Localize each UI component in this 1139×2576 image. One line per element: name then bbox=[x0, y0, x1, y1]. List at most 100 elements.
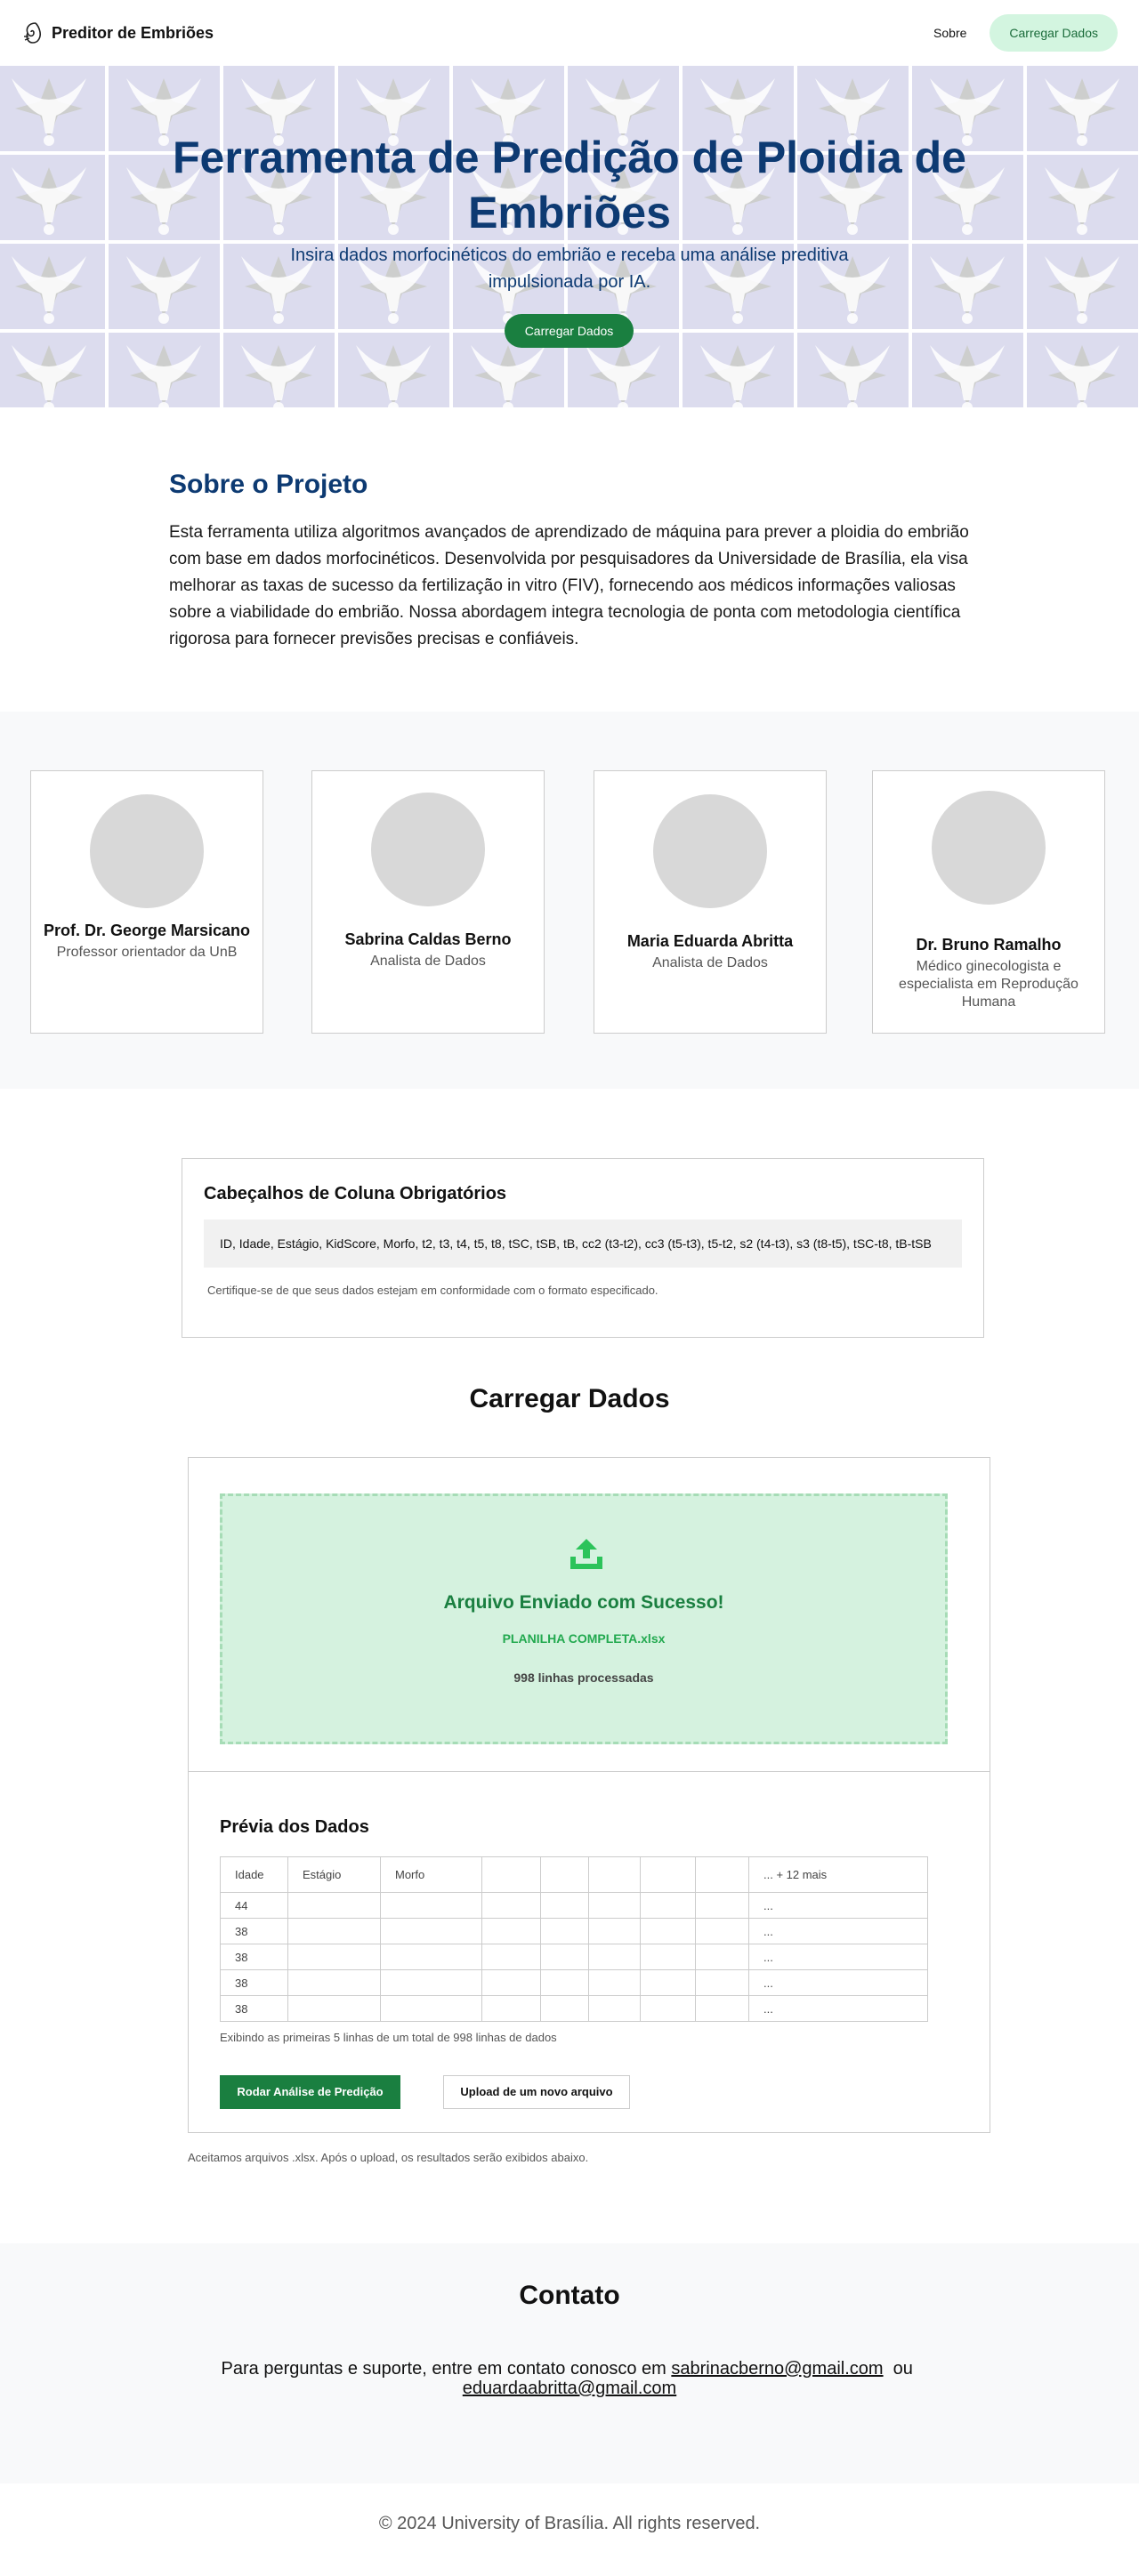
table-cell bbox=[481, 1969, 541, 1996]
data-preview-table: Idade Estágio Morfo ... + 12 mais 44 ...… bbox=[220, 1856, 928, 2022]
team-member-role: Analista de Dados bbox=[652, 955, 768, 970]
table-cell bbox=[695, 1995, 749, 2022]
team-member-name: Dr. Bruno Ramalho bbox=[916, 936, 1062, 954]
contact-text: Para perguntas e suporte, entre em conta… bbox=[205, 2359, 934, 2398]
table-cell bbox=[540, 1969, 589, 1996]
table-cell bbox=[380, 1944, 482, 1970]
table-cell bbox=[380, 1918, 482, 1944]
hero-title: Ferramenta de Predição de Ploidia de Emb… bbox=[173, 133, 966, 237]
contact-section: Contato Para perguntas e suporte, entre … bbox=[0, 2243, 1139, 2483]
team-member-role: Médico ginecologista e especialista em R… bbox=[899, 959, 1078, 1010]
hero-banner: Ferramenta de Predição de Ploidia de Emb… bbox=[0, 66, 1139, 407]
avatar bbox=[932, 791, 1046, 905]
table-cell bbox=[380, 1969, 482, 1996]
hero-subtitle: Insira dados morfocinéticos do embrião e… bbox=[290, 246, 849, 292]
uploaded-file-name: PLANILHA COMPLETA.xlsx bbox=[502, 1631, 666, 1646]
table-row: 44 ... bbox=[220, 1892, 928, 1919]
table-cell bbox=[481, 1918, 541, 1944]
contact-email-link[interactable]: sabrinacberno@gmail.com bbox=[671, 2359, 883, 2379]
table-cell bbox=[481, 1995, 541, 2022]
table-cell bbox=[695, 1969, 749, 1996]
table-cell: ... bbox=[748, 1969, 928, 1996]
avatar bbox=[653, 794, 767, 908]
table-cell bbox=[287, 1944, 381, 1970]
table-cell bbox=[640, 1918, 696, 1944]
table-row: 38 ... bbox=[220, 1944, 928, 1970]
table-cell bbox=[588, 1944, 641, 1970]
avatar bbox=[371, 793, 485, 906]
table-cell bbox=[540, 1892, 589, 1919]
table-cell bbox=[540, 1944, 589, 1970]
team-member-name: Sabrina Caldas Berno bbox=[344, 930, 512, 948]
team-member-name: Maria Eduarda Abritta bbox=[626, 932, 794, 950]
team-member-role: Analista de Dados bbox=[370, 954, 486, 969]
table-cell bbox=[640, 1944, 696, 1970]
table-header-cell: Estágio bbox=[287, 1856, 381, 1893]
contact-text-or: ou bbox=[883, 2359, 918, 2379]
team-section: Prof. Dr. George Marsicano Professor ori… bbox=[0, 712, 1139, 1089]
footer-copyright: © 2024 University of Brasília. All right… bbox=[378, 2514, 761, 2533]
table-header-cell bbox=[588, 1856, 641, 1893]
table-header-cell bbox=[481, 1856, 541, 1893]
about-section: Sobre o Projeto Esta ferramenta utiliza … bbox=[169, 470, 970, 653]
table-cell bbox=[481, 1944, 541, 1970]
preview-heading: Prévia dos Dados bbox=[220, 1817, 369, 1837]
table-cell bbox=[588, 1918, 641, 1944]
table-row: 38 ... bbox=[220, 1995, 928, 2022]
nav-link-about[interactable]: Sobre bbox=[933, 26, 966, 40]
accepted-files-note: Aceitamos arquivos .xlsx. Após o upload,… bbox=[188, 2151, 589, 2164]
required-headers-card: Cabeçalhos de Coluna Obrigatórios ID, Id… bbox=[182, 1158, 984, 1338]
table-cell bbox=[640, 1995, 696, 2022]
table-header-row: Idade Estágio Morfo ... + 12 mais bbox=[220, 1856, 928, 1893]
table-row: 38 ... bbox=[220, 1969, 928, 1996]
table-cell: ... bbox=[748, 1918, 928, 1944]
table-cell bbox=[540, 1995, 589, 2022]
divider bbox=[189, 1771, 990, 1772]
table-cell bbox=[640, 1892, 696, 1919]
brand[interactable]: Preditor de Embriões bbox=[21, 20, 214, 45]
contact-heading: Contato bbox=[519, 2281, 620, 2310]
hero-content: Ferramenta de Predição de Ploidia de Emb… bbox=[0, 66, 1139, 407]
table-cell: 38 bbox=[220, 1969, 288, 1996]
table-cell bbox=[695, 1944, 749, 1970]
about-text: Esta ferramenta utiliza algoritmos avanç… bbox=[169, 523, 969, 648]
table-cell: ... bbox=[748, 1892, 928, 1919]
table-cell: 38 bbox=[220, 1944, 288, 1970]
table-cell bbox=[287, 1969, 381, 1996]
footer: © 2024 University of Brasília. All right… bbox=[0, 2514, 1139, 2534]
table-cell: 38 bbox=[220, 1918, 288, 1944]
table-cell bbox=[380, 1995, 482, 2022]
table-header-cell bbox=[540, 1856, 589, 1893]
table-cell: 38 bbox=[220, 1995, 288, 2022]
preview-note: Exibindo as primeiras 5 linhas de um tot… bbox=[220, 2031, 557, 2044]
table-cell bbox=[481, 1892, 541, 1919]
table-cell bbox=[588, 1892, 641, 1919]
file-dropzone[interactable]: Arquivo Enviado com Sucesso! PLANILHA CO… bbox=[220, 1493, 948, 1744]
embryo-icon bbox=[21, 20, 44, 45]
nav-upload-button[interactable]: Carregar Dados bbox=[990, 14, 1118, 52]
upload-heading: Carregar Dados bbox=[469, 1384, 670, 1413]
new-upload-button[interactable]: Upload de um novo arquivo bbox=[443, 2075, 630, 2109]
rows-processed-count: 998 linhas processadas bbox=[513, 1670, 654, 1685]
run-prediction-button[interactable]: Rodar Análise de Predição bbox=[220, 2075, 400, 2109]
table-header-cell: ... + 12 mais bbox=[748, 1856, 928, 1893]
upload-success-title: Arquivo Enviado com Sucesso! bbox=[443, 1592, 724, 1613]
team-card: Dr. Bruno Ramalho Médico ginecologista e… bbox=[872, 770, 1105, 1034]
hero-upload-button[interactable]: Carregar Dados bbox=[505, 314, 634, 348]
table-cell: ... bbox=[748, 1944, 928, 1970]
required-headers-list: ID, Idade, Estágio, KidScore, Morfo, t2,… bbox=[204, 1220, 962, 1268]
avatar bbox=[90, 794, 204, 908]
table-cell bbox=[540, 1918, 589, 1944]
nav-menu: Sobre Carregar Dados bbox=[933, 14, 1118, 52]
table-cell bbox=[695, 1892, 749, 1919]
required-headers-heading: Cabeçalhos de Coluna Obrigatórios bbox=[204, 1184, 507, 1203]
upload-icon bbox=[569, 1537, 604, 1575]
upload-card: Arquivo Enviado com Sucesso! PLANILHA CO… bbox=[188, 1457, 990, 2133]
table-cell bbox=[287, 1918, 381, 1944]
table-row: 38 ... bbox=[220, 1918, 928, 1944]
table-cell: ... bbox=[748, 1995, 928, 2022]
contact-email-link[interactable]: eduardaabritta@gmail.com bbox=[463, 2379, 676, 2398]
table-cell bbox=[287, 1892, 381, 1919]
team-member-name: Prof. Dr. George Marsicano bbox=[43, 922, 251, 939]
table-cell bbox=[640, 1969, 696, 1996]
